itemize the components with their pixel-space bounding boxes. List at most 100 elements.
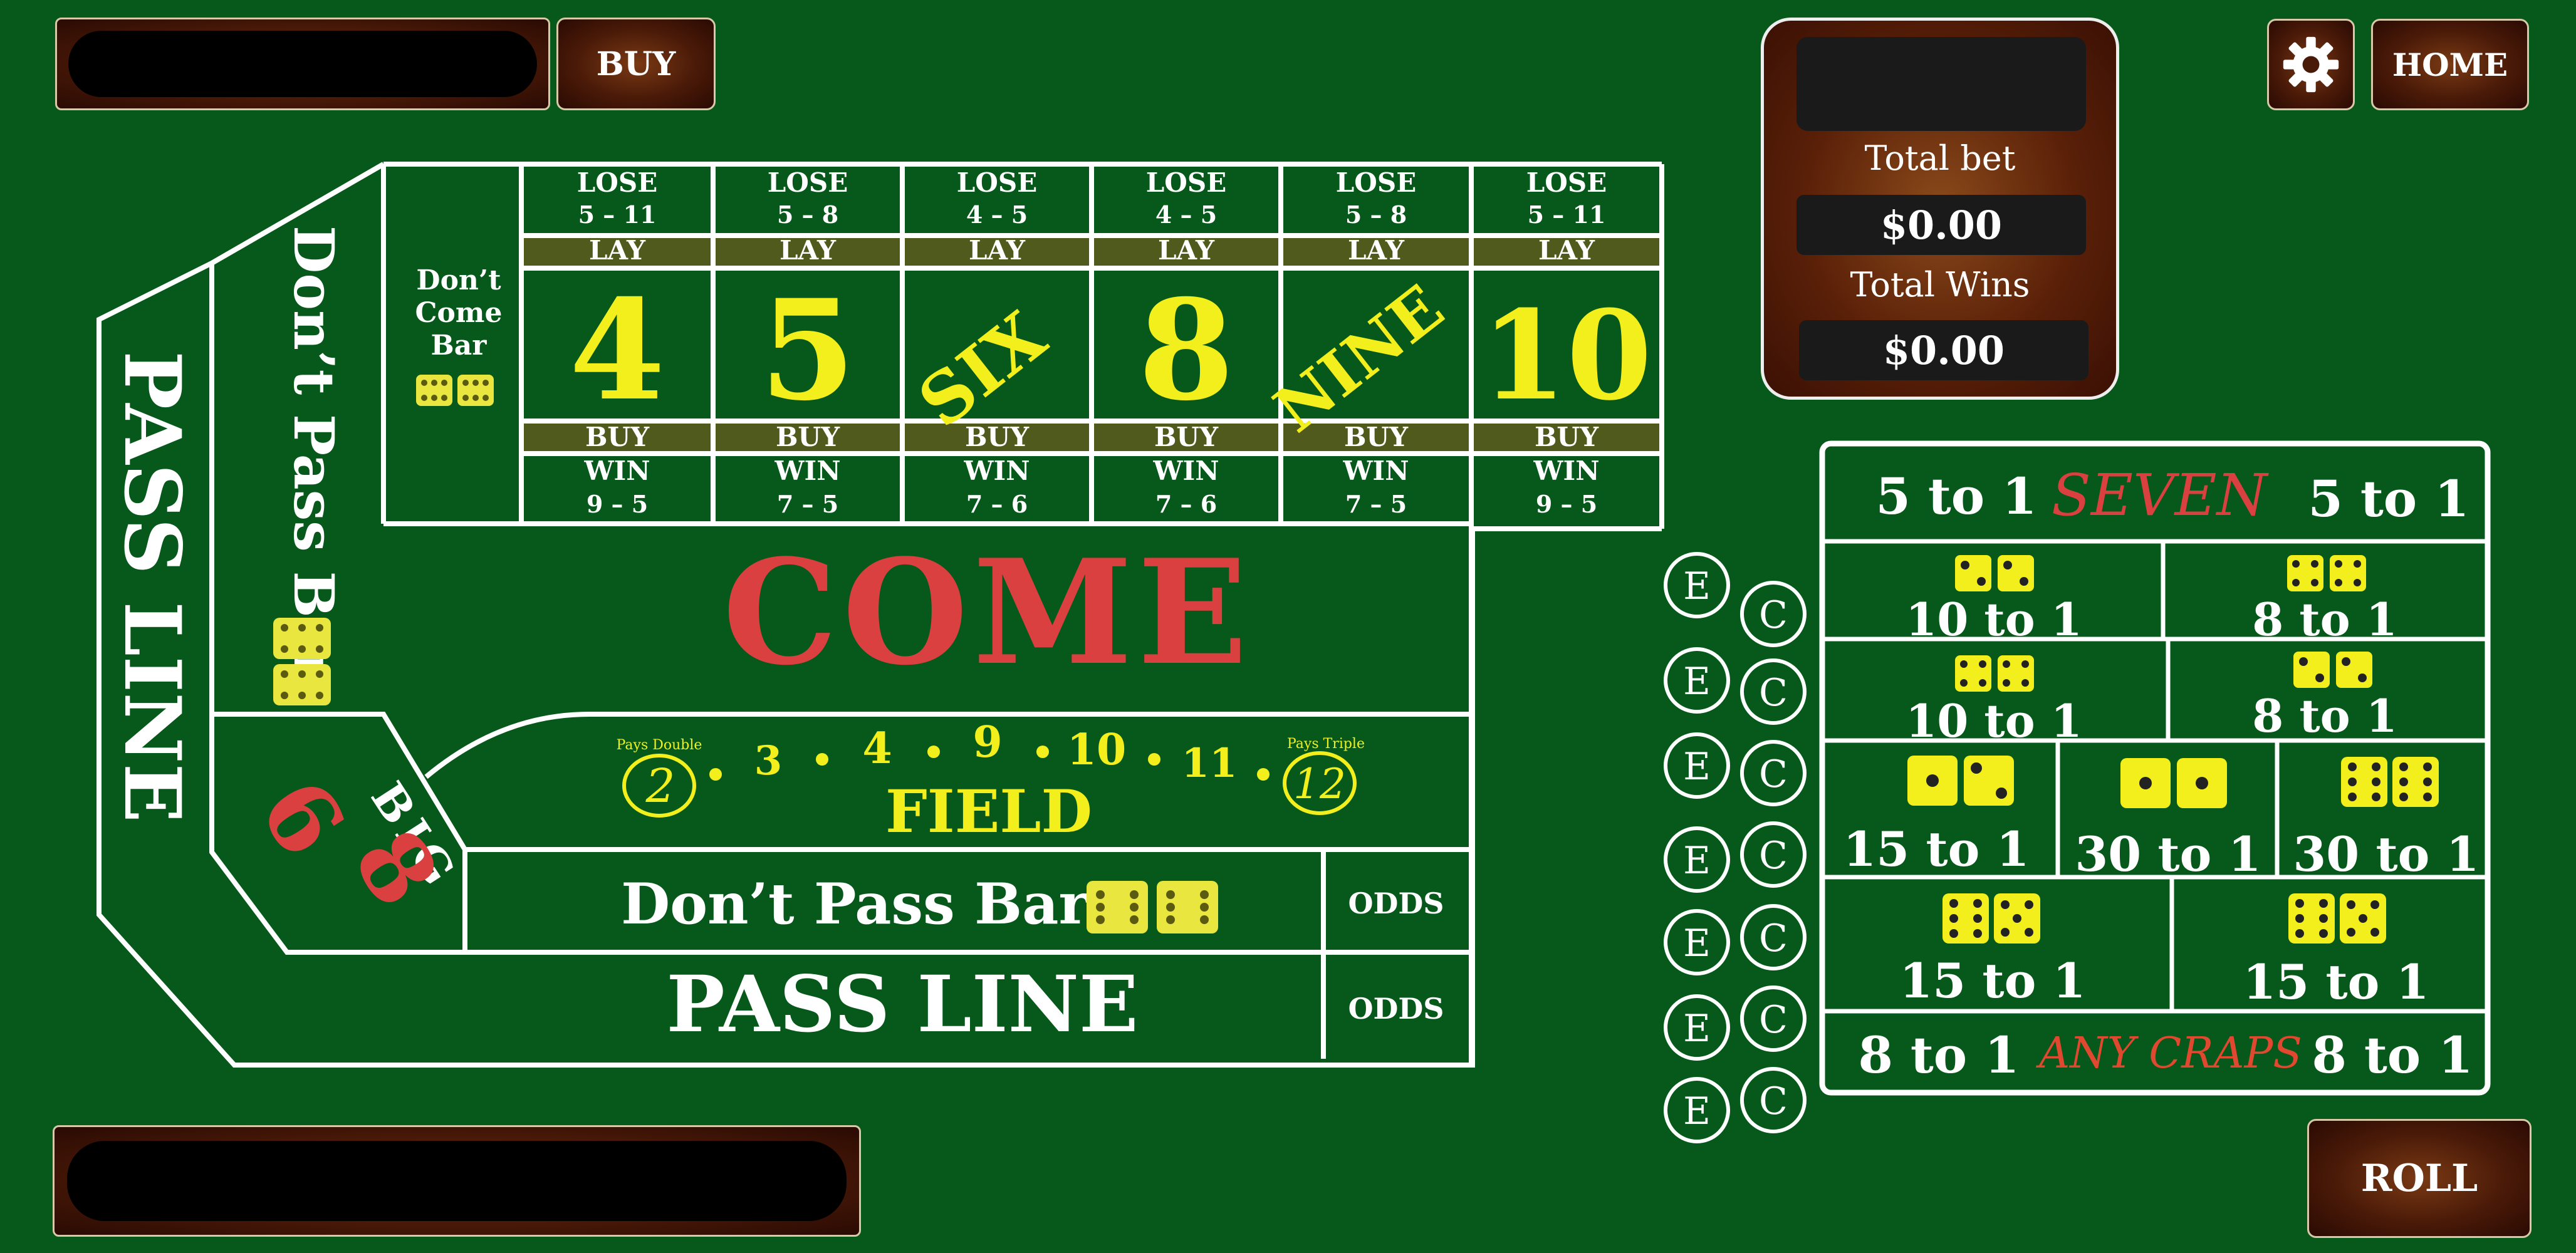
lay-6-lose-label: LOSE [957,167,1037,198]
dice-pair-icon [416,375,494,406]
e-bet-label: E [1683,745,1711,789]
buy-10-button[interactable]: BUY [1535,422,1599,452]
buy-9-button[interactable]: BUY [1344,422,1409,452]
e-bet-label: E [1683,1089,1711,1133]
lay-10-lose-label: LOSE [1526,167,1607,198]
lay-4-odds: 5 – 11 [578,200,657,229]
gear-icon [2283,36,2339,93]
lay-8-odds: 4 – 5 [1155,200,1217,229]
buy-9-odds: 7 – 5 [1345,490,1407,518]
place-4-number[interactable]: 4 [569,269,665,431]
buy-6-button[interactable]: BUY [965,422,1030,452]
buy-4-button[interactable]: BUY [585,422,650,452]
dont-come-bar-area[interactable]: Don’t Come Bar [415,264,503,361]
avatar-slot [1796,37,2086,131]
lay-8-lose-label: LOSE [1146,167,1226,198]
six-five-dice[interactable] [2288,893,2386,944]
buy-10-win-label: WIN [1533,455,1599,486]
any-craps-bet[interactable]: ANY CRAPS [2035,1029,2302,1078]
c-bet-label: C [1759,593,1788,637]
lay-4-lose-label: LOSE [577,167,657,198]
lay-10-button[interactable]: LAY [1538,235,1595,266]
pass-line-label[interactable]: PASS LINE [666,959,1138,1050]
dont-pass-bar-side-label[interactable]: Don’t Pass Bar [281,226,347,684]
buy-6-odds: 7 – 6 [966,490,1028,518]
hard-4-odds: 10 to 1 [1906,593,2082,646]
aces-odds: 30 to 1 [2075,826,2261,882]
total-wins-label: Total Wins [1850,265,2030,304]
twelve-dice[interactable] [2341,757,2439,807]
seven-bet[interactable]: SEVEN [2052,462,2270,529]
e-bet-label: E [1683,922,1711,965]
buy-8-win-label: WIN [1152,455,1219,486]
any-craps-odds-right: 8 to 1 [2312,1026,2473,1084]
pass-line-side-label[interactable]: PASS LINE [107,351,197,823]
field-10: 10 [1067,725,1127,775]
total-wins-value: $0.00 [1799,320,2088,380]
dont-come-bar-line1: Don’t [416,264,501,296]
big-6-8-label: BIG 6 8 [238,761,469,925]
hard-8-dice[interactable] [2287,555,2366,591]
hard-10-dice[interactable] [1955,655,2034,692]
c-bet-label: C [1759,917,1788,960]
dont-pass-bar-label[interactable]: Don’t Pass Bar [621,871,1089,937]
buy-10-odds: 9 – 5 [1536,490,1597,518]
twelve-odds: 30 to 1 [2293,826,2479,882]
message-field [67,1141,847,1221]
place-10-number[interactable]: 10 [1481,284,1652,428]
lay-9-odds: 5 – 8 [1345,200,1407,229]
lay-4-button[interactable]: LAY [589,235,646,266]
hard-8-odds: 8 to 1 [2252,593,2397,646]
home-button[interactable]: HOME [2371,19,2529,110]
ace-deuce-odds: 15 to 1 [1843,821,2029,877]
c-bet-label: C [1759,752,1788,796]
pays-triple-label: Pays Triple [1287,736,1365,752]
dont-pass-odds[interactable]: ODDS [1348,886,1444,920]
field-3: 3 [754,737,783,784]
hard-6-odds: 8 to 1 [2252,689,2397,742]
hard-6-dice[interactable] [2293,652,2372,688]
proposition-bets: 5 to 1 SEVEN 5 to 1 10 to 1 8 to 1 10 to… [1664,440,2491,1143]
lay-10-odds: 5 – 11 [1528,200,1606,229]
c-bet-label: C [1759,1079,1788,1123]
buy-5-button[interactable]: BUY [776,422,840,452]
buy-8-odds: 7 – 6 [1155,490,1217,518]
come-area[interactable]: COME [722,528,1252,697]
field-12: 12 [1293,760,1346,808]
total-bet-value: $0.00 [1796,195,2086,255]
lay-8-button[interactable]: LAY [1158,235,1215,266]
lay-9-lose-label: LOSE [1336,167,1416,198]
e-bet-label: E [1683,839,1711,883]
lay-6-odds: 4 – 5 [966,200,1028,229]
message-bar [53,1125,861,1237]
lay-5-button[interactable]: LAY [780,235,837,266]
field-2: 2 [645,759,675,813]
eleven-right-odds: 15 to 1 [2243,954,2429,1010]
field-9: 9 [973,717,1002,767]
field-label[interactable]: FIELD [885,777,1092,846]
seven-odds-right: 5 to 1 [2308,469,2469,528]
pass-line-odds[interactable]: ODDS [1348,992,1444,1026]
place-5-number[interactable]: 5 [759,269,855,431]
c-bet-label: C [1759,834,1788,878]
field-4: 4 [862,724,892,774]
hard-4-dice[interactable] [1955,555,2034,591]
ace-deuce-dice[interactable] [1907,756,2014,806]
dont-come-bar-line3: Bar [431,330,488,361]
lay-6-button[interactable]: LAY [969,235,1026,266]
buy-5-win-label: WIN [774,455,840,486]
lay-5-lose-label: LOSE [768,167,848,198]
dont-come-bar-line2: Come [415,297,503,329]
eleven-left-odds: 15 to 1 [1899,953,2085,1009]
aces-dice[interactable] [2120,758,2227,808]
e-bet-label: E [1683,1007,1711,1051]
settings-button[interactable] [2267,19,2355,110]
craps-table: LOSE5 – 11LAY4BUYWIN9 – 5LOSE5 – 8LAY5BU… [96,162,1664,1068]
buy-4-win-label: WIN [583,455,650,486]
any-craps-odds-left: 8 to 1 [1858,1026,2019,1084]
place-8-number[interactable]: 8 [1138,269,1234,431]
buy-8-button[interactable]: BUY [1154,422,1219,452]
big-6-label: 6 [238,761,366,875]
lay-9-button[interactable]: LAY [1348,235,1405,266]
five-six-dice[interactable] [1942,893,2040,944]
